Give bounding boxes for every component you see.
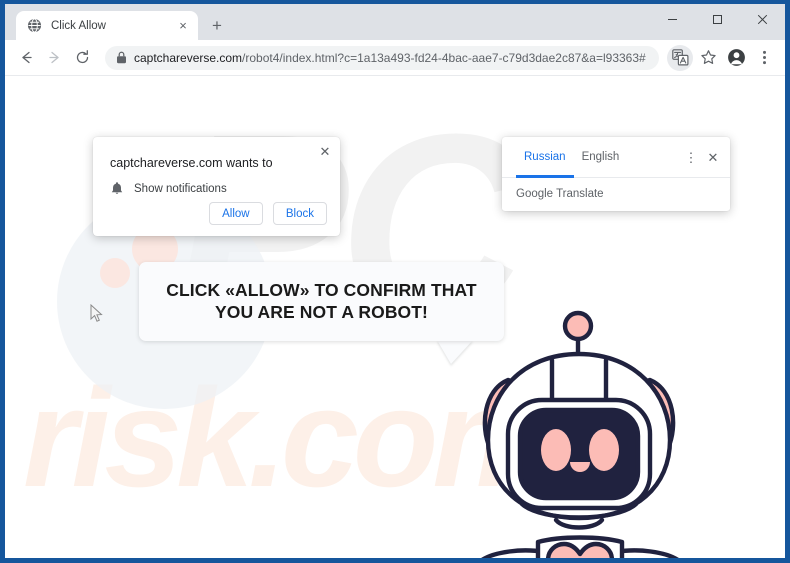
bookmark-star-icon[interactable] <box>695 45 721 71</box>
url-path: /robot4/index.html?c=1a13a493-fd24-4bac-… <box>242 50 646 65</box>
minimize-button[interactable] <box>650 4 695 34</box>
block-button[interactable]: Block <box>272 202 327 225</box>
globe-icon <box>27 18 42 33</box>
new-tab-button[interactable]: + <box>203 11 231 39</box>
forward-icon[interactable] <box>41 45 67 71</box>
maximize-button[interactable] <box>695 4 740 34</box>
browser-screenshot: Click Allow × + captchareverse.com/robot… <box>0 0 790 563</box>
robot-mascot-illustration <box>460 308 700 558</box>
mouse-cursor <box>90 303 103 323</box>
background-dot <box>100 258 130 288</box>
translate-tab-english[interactable]: English <box>574 137 628 178</box>
bell-icon <box>110 181 124 196</box>
close-icon[interactable]: ✕ <box>702 146 724 168</box>
close-icon[interactable]: ✕ <box>316 142 334 160</box>
profile-avatar-icon[interactable] <box>723 45 749 71</box>
page-viewport: PC risk.com CLICK «ALLOW» TO CONFIRM THA… <box>5 76 785 558</box>
reload-icon[interactable] <box>69 45 95 71</box>
chrome-menu-icon[interactable] <box>751 45 777 71</box>
browser-tab[interactable]: Click Allow × <box>16 11 198 40</box>
translate-icon[interactable] <box>667 44 693 71</box>
notification-popup-actions: Allow Block <box>208 202 327 225</box>
notification-popup-title: captchareverse.com wants to <box>110 156 273 170</box>
url-text: captchareverse.com/robot4/index.html?c=1… <box>134 51 646 65</box>
notification-permission-row: Show notifications <box>110 181 227 196</box>
tab-title: Click Allow <box>51 19 106 32</box>
speech-bubble: CLICK «ALLOW» TO CONFIRM THAT YOU ARE NO… <box>139 262 504 341</box>
browser-toolbar: captchareverse.com/robot4/index.html?c=1… <box>5 40 785 76</box>
translate-popup-footer: Google Translate <box>502 178 730 210</box>
notification-permission-popup: ✕ captchareverse.com wants to Show notif… <box>93 137 340 236</box>
allow-button[interactable]: Allow <box>208 202 263 225</box>
back-icon[interactable] <box>13 45 39 71</box>
browser-titlebar: Click Allow × + <box>5 4 785 40</box>
lock-icon <box>111 48 131 68</box>
window-controls <box>650 4 785 34</box>
speech-bubble-text: CLICK «ALLOW» TO CONFIRM THAT YOU ARE NO… <box>166 279 477 322</box>
notification-permission-label: Show notifications <box>134 182 227 195</box>
translate-menu-icon[interactable]: ⋮ <box>680 146 702 168</box>
close-window-button[interactable] <box>740 4 785 34</box>
close-icon[interactable]: × <box>175 18 191 34</box>
url-host: captchareverse.com <box>134 50 243 65</box>
translate-popup: Russian English ⋮ ✕ Google Translate <box>502 137 730 211</box>
translate-popup-tabs: Russian English ⋮ ✕ <box>502 137 730 178</box>
translate-tab-russian[interactable]: Russian <box>516 137 574 178</box>
browser-window: Click Allow × + captchareverse.com/robot… <box>5 4 785 558</box>
address-bar[interactable]: captchareverse.com/robot4/index.html?c=1… <box>105 45 659 70</box>
